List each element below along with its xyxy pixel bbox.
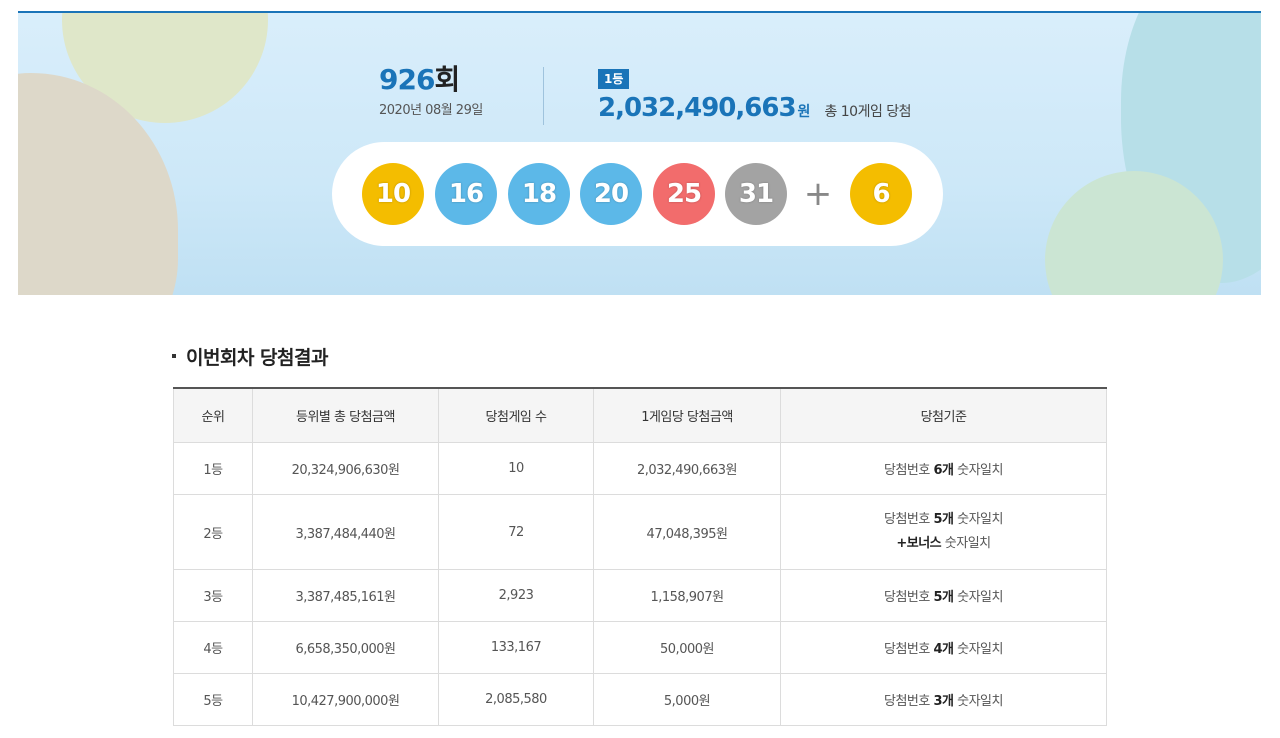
rank-cell: 3등 xyxy=(173,569,253,622)
total-prize-cell: 20,324,906,630원 xyxy=(252,442,439,495)
lotto-ball: 31 xyxy=(725,163,787,225)
criteria-line: +보너스 숫자일치 xyxy=(781,532,1106,556)
total-prize-cell: 3,387,484,440원 xyxy=(252,494,439,570)
first-prize-amount: 2,032,490,663 xyxy=(598,93,797,123)
criteria-text: 당첨번호 xyxy=(884,590,934,605)
criteria-text: 당첨번호 xyxy=(884,463,934,478)
column-header: 1게임당 당첨금액 xyxy=(593,387,781,443)
lotto-ball: 18 xyxy=(508,163,570,225)
round-number-value: 926 xyxy=(379,63,435,96)
criteria-count: 3개 xyxy=(933,694,954,709)
criteria-text: 숫자일치 xyxy=(953,694,1003,709)
criteria-text: 숫자일치 xyxy=(953,512,1003,527)
winning-games-cell: 72 xyxy=(438,494,594,570)
criteria-count: 4개 xyxy=(933,642,954,657)
winning-numbers: 10 16 18 20 25 31 + 6 xyxy=(332,142,943,246)
per-game-prize-cell: 47,048,395원 xyxy=(593,494,781,570)
rank-cell: 5등 xyxy=(173,673,253,726)
section-title-text: 이번회차 당첨결과 xyxy=(186,347,328,369)
criteria-cell: 당첨번호 5개 숫자일치 xyxy=(780,569,1107,622)
lotto-ball: 10 xyxy=(362,163,424,225)
draw-date: 2020년 08월 29일 xyxy=(379,103,483,118)
winning-games-cell: 10 xyxy=(438,442,594,495)
first-prize-unit: 원 xyxy=(797,104,811,120)
criteria-line: 당첨번호 5개 숫자일치 xyxy=(781,508,1106,532)
table-header-row: 순위 등위별 총 당첨금액 당첨게임 수 1게임당 당첨금액 당첨기준 xyxy=(173,387,1107,443)
winning-games-cell: 2,085,580 xyxy=(438,673,594,726)
first-prize-info: 1등 2,032,490,663 원 총 10게임 당첨 xyxy=(598,68,958,123)
criteria-cell: 당첨번호 6개 숫자일치 xyxy=(780,442,1107,495)
criteria-bonus: +보너스 xyxy=(896,536,942,551)
rank-cell: 2등 xyxy=(173,494,253,570)
first-prize-line: 2,032,490,663 원 총 10게임 당첨 xyxy=(598,93,958,123)
criteria-cell: 당첨번호 5개 숫자일치 +보너스 숫자일치 xyxy=(780,494,1107,570)
table-row: 3등 3,387,485,161원 2,923 1,158,907원 당첨번호 … xyxy=(173,569,1107,622)
table-row: 5등 10,427,900,000원 2,085,580 5,000원 당첨번호… xyxy=(173,673,1107,726)
column-header: 당첨게임 수 xyxy=(438,387,594,443)
lotto-ball: 20 xyxy=(580,163,642,225)
winning-games-cell: 2,923 xyxy=(438,569,594,622)
table-row: 1등 20,324,906,630원 10 2,032,490,663원 당첨번… xyxy=(173,442,1107,495)
bonus-ball: 6 xyxy=(850,163,912,225)
criteria-text: 숫자일치 xyxy=(953,642,1003,657)
rank-badge: 1등 xyxy=(598,69,630,89)
section-title: 이번회차 당첨결과 xyxy=(172,343,328,370)
rank-cell: 4등 xyxy=(173,621,253,674)
criteria-text: 당첨번호 xyxy=(884,694,934,709)
round-suffix: 회 xyxy=(434,63,460,96)
table-row: 4등 6,658,350,000원 133,167 50,000원 당첨번호 4… xyxy=(173,621,1107,674)
per-game-prize-cell: 2,032,490,663원 xyxy=(593,442,781,495)
criteria-count: 5개 xyxy=(933,590,954,605)
bullet-icon xyxy=(172,353,176,358)
results-table: 순위 등위별 총 당첨금액 당첨게임 수 1게임당 당첨금액 당첨기준 1등 2… xyxy=(173,387,1107,726)
divider xyxy=(543,67,544,125)
criteria-cell: 당첨번호 4개 숫자일치 xyxy=(780,621,1107,674)
criteria-text: 당첨번호 xyxy=(884,512,934,527)
per-game-prize-cell: 50,000원 xyxy=(593,621,781,674)
column-header: 순위 xyxy=(173,387,253,443)
table-row: 2등 3,387,484,440원 72 47,048,395원 당첨번호 5개… xyxy=(173,494,1107,570)
per-game-prize-cell: 1,158,907원 xyxy=(593,569,781,622)
total-prize-cell: 6,658,350,000원 xyxy=(252,621,439,674)
draw-banner: 926회 2020년 08월 29일 1등 2,032,490,663 원 총 10… xyxy=(18,11,1261,295)
total-prize-cell: 3,387,485,161원 xyxy=(252,569,439,622)
criteria-text: 숫자일치 xyxy=(953,590,1003,605)
criteria-text: 숫자일치 xyxy=(953,463,1003,478)
draw-round-info: 926회 2020년 08월 29일 xyxy=(379,63,529,118)
first-prize-winners: 총 10게임 당첨 xyxy=(824,104,912,120)
lotto-ball: 16 xyxy=(435,163,497,225)
criteria-cell: 당첨번호 3개 숫자일치 xyxy=(780,673,1107,726)
rank-cell: 1등 xyxy=(173,442,253,495)
column-header: 당첨기준 xyxy=(780,387,1107,443)
lotto-ball: 25 xyxy=(653,163,715,225)
per-game-prize-cell: 5,000원 xyxy=(593,673,781,726)
column-header: 등위별 총 당첨금액 xyxy=(252,387,439,443)
criteria-text: 숫자일치 xyxy=(941,536,991,551)
winning-games-cell: 133,167 xyxy=(438,621,594,674)
total-prize-cell: 10,427,900,000원 xyxy=(252,673,439,726)
criteria-text: 당첨번호 xyxy=(884,642,934,657)
criteria-count: 6개 xyxy=(933,463,954,478)
round-number: 926회 xyxy=(379,63,529,97)
plus-icon: + xyxy=(803,174,833,214)
criteria-count: 5개 xyxy=(933,512,954,527)
